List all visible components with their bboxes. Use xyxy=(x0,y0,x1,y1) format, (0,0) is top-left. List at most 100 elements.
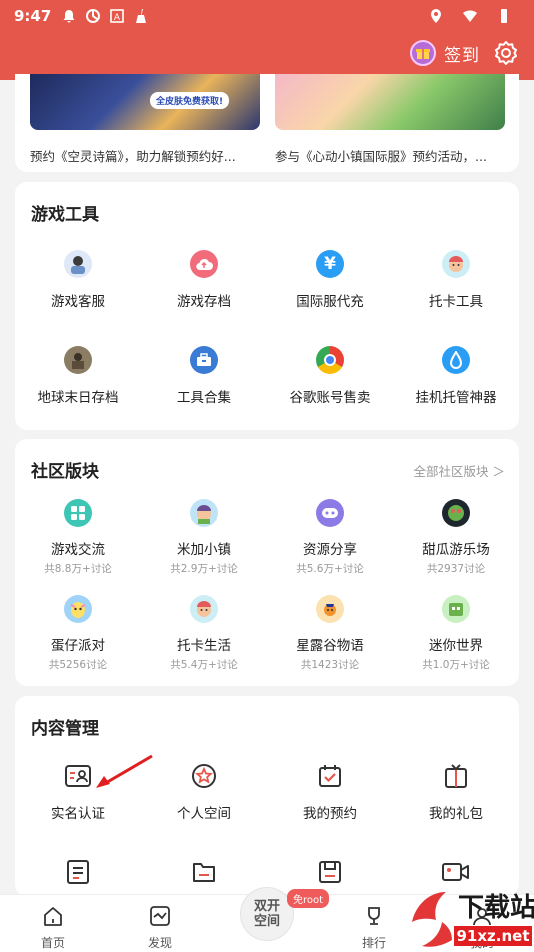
content-management-card: 内容管理 实名认证 个人空间 我的预约 我的礼包 xyxy=(15,696,519,896)
broom-icon xyxy=(136,9,147,23)
nav-home[interactable]: 首页 xyxy=(23,905,83,951)
chrome-icon xyxy=(316,346,344,374)
cloud-upload-icon xyxy=(190,250,218,278)
community-item[interactable]: 米加小镇共2.9万+讨论 xyxy=(141,499,267,595)
community-label: 星露谷物语 xyxy=(296,638,364,654)
toca-life-icon xyxy=(190,595,218,623)
tool-item[interactable]: 托卡工具 xyxy=(393,250,519,346)
promo-banner-right[interactable] xyxy=(275,74,505,130)
water-drop-icon xyxy=(442,346,470,374)
toca-character-icon xyxy=(442,250,470,278)
community-item[interactable]: 星露谷物语共1423讨论 xyxy=(267,595,393,691)
community-grid: 游戏交流共8.8万+讨论 米加小镇共2.9万+讨论 资源分享 共5.6万+讨论 甜… xyxy=(15,499,519,691)
nav-rank[interactable]: 排行 xyxy=(344,905,404,951)
settings-gear-icon[interactable] xyxy=(492,39,520,67)
tool-label: 托卡工具 xyxy=(429,294,483,310)
content-item[interactable]: 我的礼包 xyxy=(393,762,519,858)
document-list-icon xyxy=(64,858,92,886)
community-label: 游戏交流 xyxy=(51,542,105,558)
melon-playground-icon xyxy=(442,499,470,527)
nav-discover[interactable]: 发现 xyxy=(130,905,190,951)
tool-label: 挂机托管神器 xyxy=(415,390,497,406)
content-label: 我的预约 xyxy=(303,806,357,822)
status-bar: 9:47 A xyxy=(14,6,520,26)
dual-space-label-bottom: 空间 xyxy=(253,914,280,929)
mini-world-icon xyxy=(442,595,470,623)
site-watermark-logo: 下载站 91xz.net xyxy=(412,892,534,947)
tool-item[interactable]: 挂机托管神器 xyxy=(393,346,519,442)
trophy-icon xyxy=(368,907,380,925)
community-item[interactable]: 迷你世界共1.0万+讨论 xyxy=(393,595,519,691)
dual-space-button[interactable]: 双开 空间 xyxy=(240,887,294,941)
app-a-icon: A xyxy=(110,9,125,23)
community-count: 共5.6万+讨论 xyxy=(296,563,364,575)
tool-item[interactable]: 谷歌账号售卖 xyxy=(267,346,393,442)
notification-bell-icon xyxy=(63,10,75,23)
save-icon xyxy=(316,858,344,886)
tool-label: 游戏客服 xyxy=(51,294,105,310)
calendar-check-icon xyxy=(316,762,344,790)
app-header: 9:47 A 签到 xyxy=(0,0,534,80)
svg-text:91xz.net: 91xz.net xyxy=(456,927,529,945)
nav-label: 发现 xyxy=(147,936,172,950)
yen-icon: ¥ xyxy=(316,250,344,278)
gift-icon xyxy=(410,40,436,66)
tool-item[interactable]: 游戏存档 xyxy=(141,250,267,346)
community-count: 共2.9万+讨论 xyxy=(170,563,238,575)
community-label: 米加小镇 xyxy=(177,542,231,558)
star-badge-icon xyxy=(190,762,218,790)
community-count: 共1.0万+讨论 xyxy=(422,659,490,671)
checkin-button[interactable]: 签到 xyxy=(410,40,480,66)
promo-caption-right[interactable]: 参与《心动小镇国际服》预约活动，... xyxy=(275,146,503,165)
community-count: 共2937讨论 xyxy=(426,563,486,575)
promo-caption-left[interactable]: 预约《空灵诗篇》，助力解锁预约好... xyxy=(30,146,258,165)
tool-item[interactable]: ¥ 国际服代充 xyxy=(267,250,393,346)
grid-apps-icon xyxy=(64,499,92,527)
section-title: 社区版块 xyxy=(31,462,99,482)
nav-label: 首页 xyxy=(40,936,65,950)
tool-label: 工具合集 xyxy=(177,390,231,406)
status-time: 9:47 xyxy=(14,7,52,25)
community-item[interactable]: 蛋仔派对共5256讨论 xyxy=(15,595,141,691)
community-count: 共5256讨论 xyxy=(48,659,108,671)
community-label: 迷你世界 xyxy=(429,638,483,654)
battery-icon xyxy=(501,9,507,23)
tool-item[interactable]: 游戏客服 xyxy=(15,250,141,346)
tool-item[interactable]: 地球末日存档 xyxy=(15,346,141,442)
section-title: 内容管理 xyxy=(31,719,99,739)
soldier-avatar-icon xyxy=(64,346,92,374)
wifi-icon xyxy=(463,10,477,22)
home-icon xyxy=(44,907,62,926)
promo-banner-left[interactable]: 全皮肤免费获取! xyxy=(30,74,260,130)
tool-label: 谷歌账号售卖 xyxy=(289,390,371,406)
tool-item[interactable]: 工具合集 xyxy=(141,346,267,442)
community-label: 蛋仔派对 xyxy=(51,638,105,654)
community-item[interactable]: 托卡生活 共5.4万+讨论 xyxy=(141,595,267,691)
nav-label: 排行 xyxy=(361,936,386,950)
community-item[interactable]: 资源分享 共5.6万+讨论 xyxy=(267,499,393,595)
customer-service-avatar-icon xyxy=(64,250,92,278)
svg-text:下载站: 下载站 xyxy=(458,893,534,923)
content-item[interactable]: 我的预约 xyxy=(267,762,393,858)
tool-label: 游戏存档 xyxy=(177,294,231,310)
id-card-icon xyxy=(64,762,92,790)
community-count: 共1423讨论 xyxy=(300,659,360,671)
all-community-link[interactable]: 全部社区版块 ＞ xyxy=(414,461,505,480)
eggy-party-icon xyxy=(64,595,92,623)
community-card: 社区版块 全部社区版块 ＞ 游戏交流 共8.8万+讨论 米加小镇 共2.9万+讨论 … xyxy=(15,439,519,686)
content-label: 我的礼包 xyxy=(429,806,483,822)
game-tools-card: 游戏工具 游戏客服 游戏存档 ¥ 国际服代充 托卡工具 地球末日存档 工具合集 谷… xyxy=(15,182,519,430)
community-label: 甜瓜游乐场 xyxy=(422,542,490,558)
location-icon xyxy=(431,9,441,23)
community-item[interactable]: 甜瓜游乐场共2937讨论 xyxy=(393,499,519,595)
content-label: 实名认证 xyxy=(51,806,105,822)
gift-box-icon xyxy=(442,762,470,790)
annotation-arrow-icon xyxy=(96,754,153,788)
community-count: 共8.8万+讨论 xyxy=(44,563,112,575)
tools-grid: 游戏客服 游戏存档 ¥ 国际服代充 托卡工具 地球末日存档 工具合集 谷歌账号售卖… xyxy=(15,250,519,442)
miga-town-icon xyxy=(190,499,218,527)
tool-label: 国际服代充 xyxy=(296,294,364,310)
content-label: 个人空间 xyxy=(177,806,231,822)
community-item[interactable]: 游戏交流共8.8万+讨论 xyxy=(15,499,141,595)
sync-icon xyxy=(86,9,101,23)
